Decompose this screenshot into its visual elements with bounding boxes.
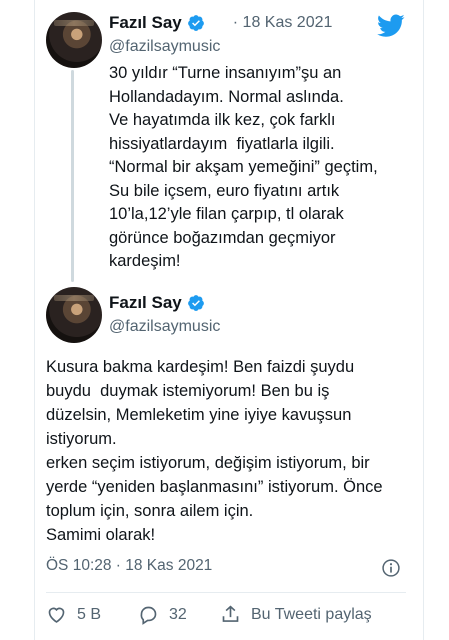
reply-count: 32 — [169, 605, 187, 623]
tweet-text-line: düzelsin, Memleketim yine iyiye kavuşsun — [46, 406, 352, 424]
reply-button[interactable]: 32 — [138, 604, 187, 625]
tweet-text-line: erken seçim istiyorum, değişim istiyorum… — [46, 454, 370, 472]
verified-badge-icon — [187, 295, 204, 311]
author-avatar[interactable] — [46, 12, 102, 68]
comment-bubble-icon — [140, 606, 157, 625]
author-name[interactable]: Fazıl Say — [109, 293, 182, 313]
tweet2-text: Kusura bakma kardeşim! Ben faizdi şuydu … — [46, 355, 406, 547]
tweet-timestamp[interactable]: ÖS 10:28 · 18 Kas 2021 — [46, 557, 212, 575]
action-divider — [46, 592, 406, 593]
tweet-text-line: Kusura bakma kardeşim! Ben faizdi şuydu — [46, 358, 355, 376]
author-name[interactable]: Fazıl Say — [109, 13, 182, 33]
like-count: 5 B — [77, 605, 102, 623]
share-button[interactable]: Bu Tweeti paylaş — [220, 604, 372, 625]
heart-icon — [48, 607, 65, 623]
tweet-text-line: 10’la,12’yle filan çarpıp, tl olarak — [109, 205, 344, 223]
tweet-text-line: hissiyatlardayım fiyatlarla ilgili. — [109, 134, 335, 153]
tweet2-header: Fazıl Say — [109, 293, 205, 313]
tweet-actions: 5 B 32 Bu Tweeti paylaş — [46, 604, 406, 630]
twitter-bird-icon[interactable] — [377, 14, 405, 38]
tweet-text-line: Su bile içsem, euro fiyatını artık — [109, 181, 340, 200]
tweet-text-line: buydu duymak istemiyorum! Ben bu iş — [46, 382, 330, 400]
info-icon[interactable] — [381, 558, 401, 578]
tweet-text-line: “Normal bir akşam yemeğini” geçtim, — [109, 158, 378, 176]
author-handle[interactable]: @fazilsaymusic — [109, 38, 220, 56]
tweet-text-line: toplum için, sonra ailem için. — [46, 502, 254, 520]
thread-connector-line — [71, 70, 74, 282]
author-avatar[interactable] — [46, 287, 102, 343]
verified-badge-icon — [187, 15, 204, 31]
tweet-text-line: kardeşim! — [109, 252, 181, 270]
tweet-text-line: istiyorum. — [46, 430, 117, 448]
tweet-text-line: Ve hayatımda ilk kez, çok farklı — [109, 111, 336, 129]
tweet1-header: Fazıl Say · 18 Kas 2021 — [109, 13, 332, 33]
tweet1-text: 30 yıldır “Turne insanıyım”şu an Holland… — [109, 62, 409, 274]
share-label: Bu Tweeti paylaş — [251, 605, 372, 623]
tweet-text-line: Hollandadayım. Normal aslında. — [109, 87, 344, 106]
tweet-date[interactable]: · 18 Kas 2021 — [233, 14, 333, 32]
like-button[interactable]: 5 B — [46, 604, 101, 625]
tweet-text-line: 30 yıldır “Turne insanıyım”şu an — [109, 64, 342, 82]
share-upload-icon — [222, 605, 239, 622]
tweet-text-line: yerde “yeniden başlanmasını” istiyorum. … — [46, 478, 383, 496]
author-handle[interactable]: @fazilsaymusic — [109, 318, 220, 336]
tweet-text-line: Samimi olarak! — [46, 526, 156, 544]
tweet-text-line: görünce boğazımdan geçmiyor — [109, 228, 336, 247]
